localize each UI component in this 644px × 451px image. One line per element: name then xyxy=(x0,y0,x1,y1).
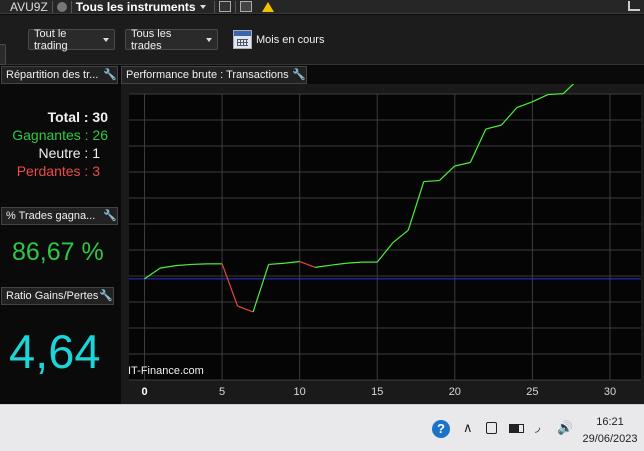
chevron-down-icon xyxy=(199,4,206,9)
separator xyxy=(70,0,72,13)
speaker-icon[interactable]: 🔊 xyxy=(557,420,573,436)
battery-icon[interactable] xyxy=(509,424,524,433)
x-tick-label: 10 xyxy=(294,386,306,398)
ratio-panel-title: Ratio Gains/Pertes 🔧 xyxy=(1,287,114,305)
total-count: Total : 30 xyxy=(47,109,108,125)
chart-window-icon[interactable] xyxy=(218,1,231,12)
win-rate-panel: 86,67 % xyxy=(0,226,118,282)
separator xyxy=(234,0,236,13)
separator xyxy=(213,0,215,13)
plot-area xyxy=(129,94,641,380)
warning-icon[interactable] xyxy=(261,1,274,12)
network-icon[interactable] xyxy=(628,1,640,11)
copy-icon[interactable] xyxy=(239,1,252,12)
clock-date: 29/06/2023 xyxy=(582,433,638,445)
win-rate-panel-title: % Trades gagna... 🔧 xyxy=(1,207,118,225)
windows-taskbar: ? ∧ ◞ 🔊 16:21 29/06/2023 xyxy=(0,404,644,451)
chart-panel-title: Performance brute : Transactions 🔧 xyxy=(121,66,307,84)
wrench-icon[interactable]: 🔧 xyxy=(99,290,113,302)
side-button[interactable] xyxy=(0,44,6,65)
trades-filter-dropdown[interactable]: Tous les trades xyxy=(125,27,218,52)
instruments-dropdown[interactable]: Tous les instruments xyxy=(76,0,206,14)
distribution-title: Répartition des tr... xyxy=(6,69,99,81)
system-clock[interactable]: 16:21 29/06/2023 xyxy=(580,414,640,448)
performance-chart-svg: 0 5 10 15 20 25 30 xyxy=(129,58,641,398)
clock-time: 16:21 xyxy=(596,416,624,428)
help-icon[interactable]: ? xyxy=(432,420,450,438)
wrench-icon[interactable]: 🔧 xyxy=(103,210,117,222)
wifi-icon[interactable]: ◞ xyxy=(535,419,540,435)
separator xyxy=(51,0,53,13)
x-tick-label: 25 xyxy=(526,386,538,398)
ratio-panel: 4,64 xyxy=(0,306,118,404)
x-tick-label: 15 xyxy=(371,386,383,398)
gain-segment xyxy=(563,78,580,95)
x-tick-label: 5 xyxy=(219,386,225,398)
chevron-up-icon[interactable]: ∧ xyxy=(463,420,473,436)
x-tick-label: 0 xyxy=(141,386,147,398)
x-tick-label: 30 xyxy=(604,386,616,398)
winners-count: Gagnantes : 26 xyxy=(12,127,108,143)
period-label[interactable]: Mois en cours xyxy=(256,34,324,46)
camera-icon[interactable] xyxy=(486,422,497,434)
chart-title: Performance brute : Transactions xyxy=(126,69,289,81)
win-rate-value: 86,67 % xyxy=(12,238,104,266)
ratio-value: 4,64 xyxy=(9,325,101,378)
distribution-panel: Total : 30 Gagnantes : 26 Neutre : 1 Per… xyxy=(0,85,118,203)
ratio-title: Ratio Gains/Pertes xyxy=(6,290,99,302)
medal-icon xyxy=(56,1,67,12)
wrench-icon[interactable]: 🔧 xyxy=(103,69,117,81)
calendar-icon[interactable] xyxy=(233,30,252,49)
watermark: IT-Finance.com xyxy=(128,365,204,377)
x-tick-label: 20 xyxy=(449,386,461,398)
trading-filter-label: Tout le trading xyxy=(34,27,68,52)
filter-toolbar: Tout le trading Tous les trades Mois en … xyxy=(0,15,644,65)
distribution-panel-title: Répartition des tr... 🔧 xyxy=(1,66,118,84)
neutral-count: Neutre : 1 xyxy=(38,145,100,161)
trading-filter-dropdown[interactable]: Tout le trading xyxy=(28,27,115,52)
win-rate-title: % Trades gagna... xyxy=(6,210,96,222)
gain-segment xyxy=(191,263,207,266)
top-bar: AVU9Z Tous les instruments xyxy=(0,0,644,14)
trades-filter-label: Tous les trades xyxy=(131,27,172,52)
instrument-label[interactable]: AVU9Z xyxy=(10,0,48,14)
instruments-dropdown-label: Tous les instruments xyxy=(75,0,196,14)
losers-count: Perdantes : 3 xyxy=(16,163,100,179)
wrench-icon[interactable]: 🔧 xyxy=(292,69,306,81)
chevron-down-icon xyxy=(103,37,109,42)
chevron-down-icon xyxy=(206,37,212,42)
performance-chart: 0 5 10 15 20 25 30 IT-Finance.com xyxy=(121,58,644,404)
